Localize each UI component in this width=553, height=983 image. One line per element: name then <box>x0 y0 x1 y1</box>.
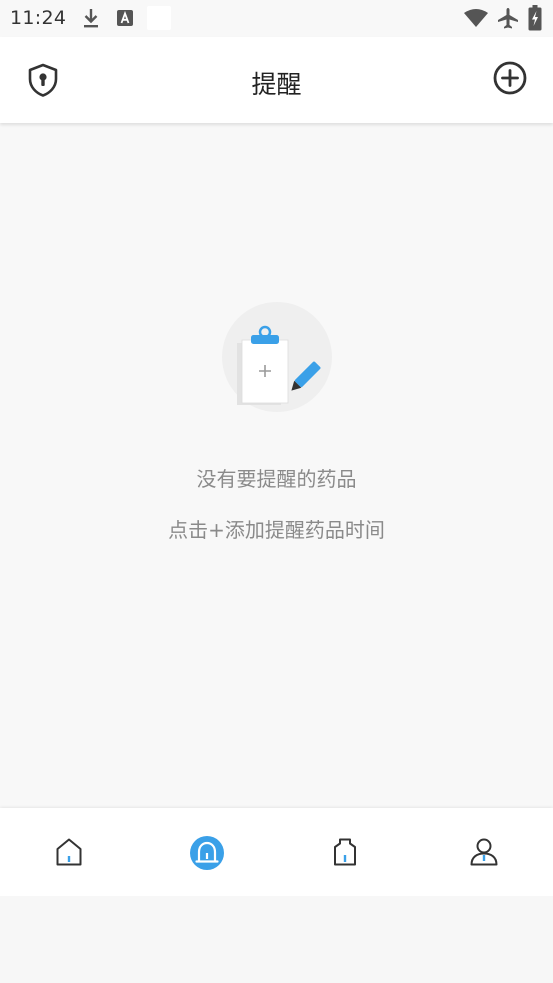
empty-background-area <box>0 896 553 983</box>
nav-home-icon[interactable] <box>51 834 87 870</box>
battery-charging-icon <box>528 5 542 31</box>
empty-state-title: 没有要提醒的药品 <box>196 467 357 491</box>
airplane-icon <box>498 8 518 29</box>
font-icon <box>117 10 133 26</box>
add-circle-icon[interactable] <box>492 60 528 96</box>
nav-person-icon[interactable] <box>466 834 502 870</box>
blank-notification-icon <box>147 6 171 30</box>
reminder-list-area: 没有要提醒的药品 点击+添加提醒药品时间 <box>0 123 553 808</box>
wifi-icon <box>464 9 488 27</box>
bottom-navigation <box>0 808 553 896</box>
page-title: 提醒 <box>251 70 302 99</box>
app-bar: 提醒 <box>0 37 553 123</box>
empty-state-hint: 点击+添加提醒药品时间 <box>168 518 385 542</box>
clipboard-pencil-icon <box>222 302 332 412</box>
nav-bell-icon[interactable] <box>189 835 225 871</box>
status-time: 11:24 <box>10 7 67 29</box>
nav-medicine-bottle-icon[interactable] <box>327 834 363 870</box>
download-icon <box>84 9 98 28</box>
status-bar: 11:24 <box>0 0 553 37</box>
